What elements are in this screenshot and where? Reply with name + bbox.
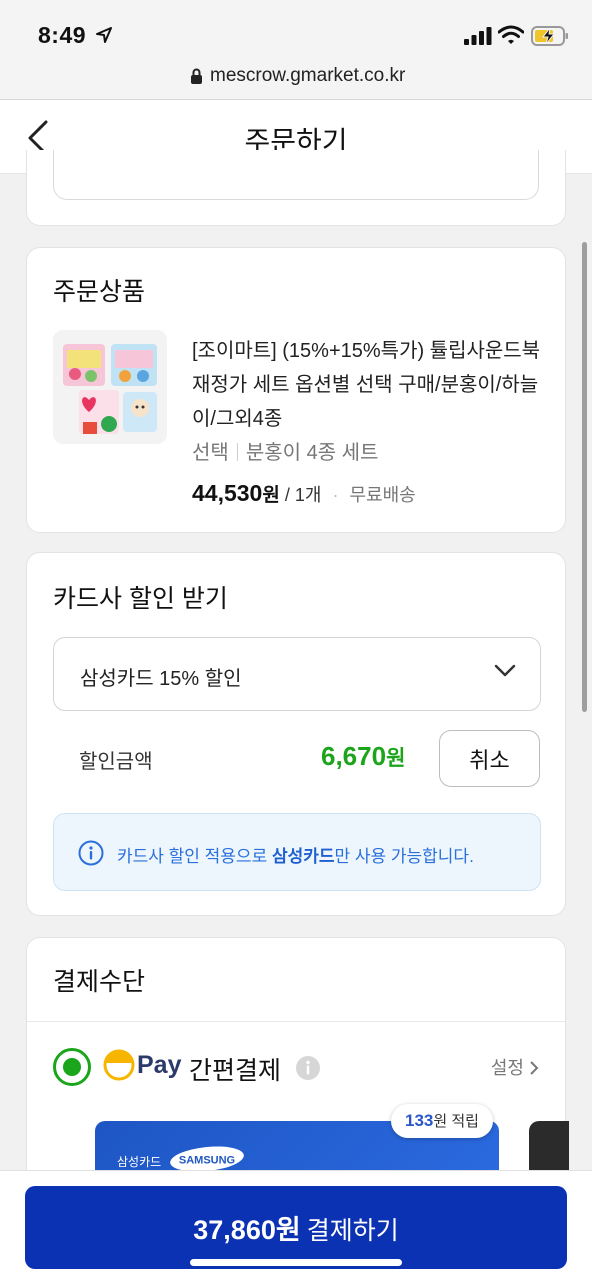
easy-pay-radio[interactable] [53, 1048, 91, 1086]
divider [27, 1021, 565, 1022]
discount-notice: 카드사 할인 적용으로 삼성카드만 사용 가능합니다. [53, 813, 541, 891]
card-discount-select-value: 삼성카드 15% 할인 [80, 668, 242, 690]
notice-suffix: 만 사용 가능합니다. [334, 847, 474, 866]
points-amount: 133 [405, 1111, 434, 1130]
browser-url-bar[interactable]: mescrow.gmarket.co.kr [0, 54, 592, 100]
discount-amount-number: 6,670 [321, 741, 387, 771]
product-price: 44,530 [192, 480, 263, 506]
product-option-label: 선택 [192, 442, 229, 464]
easy-pay-label: 간편결제 [189, 1057, 282, 1085]
product-thumbnail[interactable] [53, 330, 167, 444]
chevron-down-icon [494, 664, 516, 677]
dot-separator: · [332, 485, 339, 505]
svg-text:SAMSUNG: SAMSUNG [179, 1155, 235, 1167]
points-suffix: 원 적립 [433, 1113, 479, 1130]
info-icon [78, 840, 104, 866]
order-product-card: 주문상품 [조이마트] (15%+15%특가) 튤립사운드북 재정가 세트 옵션… [26, 247, 566, 533]
discount-amount-label: 할인금액 [79, 751, 153, 773]
option-divider [236, 443, 238, 461]
product-option-value: 분홍이 4종 세트 [245, 442, 379, 464]
pay-brand-text: Pay [137, 1051, 182, 1079]
samsung-logo: SAMSUNG [170, 1146, 244, 1172]
url-text: mescrow.gmarket.co.kr [210, 65, 406, 86]
product-price-unit: 원 [262, 485, 280, 506]
wifi-icon [498, 25, 524, 44]
points-badge: 133원 적립 [391, 1104, 493, 1138]
smile-pay-logo-icon [103, 1049, 135, 1081]
notice-prefix: 카드사 할인 적용으로 [117, 847, 272, 866]
info-icon[interactable] [295, 1055, 321, 1081]
order-product-title: 주문상품 [53, 278, 146, 306]
battery-charging-icon [531, 26, 568, 46]
signal-icon [464, 27, 492, 45]
home-indicator [190, 1259, 402, 1266]
previous-section-card [26, 150, 566, 226]
settings-label: 설정 [490, 1058, 524, 1078]
checkout-bar: 37,860원 결제하기 [0, 1170, 592, 1280]
chevron-right-icon [530, 1061, 539, 1075]
status-time: 8:49 [38, 22, 87, 48]
checkout-total: 37,860원 [193, 1215, 301, 1245]
location-arrow-icon [96, 27, 112, 43]
cancel-discount-button[interactable]: 취소 [439, 730, 540, 787]
checkout-label: 결제하기 [306, 1217, 399, 1245]
product-name[interactable]: [조이마트] (15%+15%특가) 튤립사운드북 재정가 세트 옵션별 선택 … [192, 334, 542, 436]
checkout-button[interactable]: 37,860원 결제하기 [25, 1186, 567, 1269]
status-bar: 8:49 [0, 0, 592, 54]
card-discount-card: 카드사 할인 받기 삼성카드 15% 할인 할인금액 6,670원 취소 카드사… [26, 552, 566, 916]
discount-amount-unit: 원 [386, 747, 406, 770]
scrollbar[interactable] [582, 242, 587, 712]
previous-section-field[interactable] [53, 150, 539, 200]
radio-selected-dot [63, 1058, 81, 1076]
lock-icon [191, 68, 202, 84]
shipping-info: 무료배송 [349, 485, 416, 505]
discount-notice-text: 카드사 할인 적용으로 삼성카드만 사용 가능합니다. [117, 842, 474, 867]
card-discount-title: 카드사 할인 받기 [53, 585, 228, 613]
product-option: 선택 분홍이 4종 세트 [192, 436, 378, 465]
payment-method-title: 결제수단 [53, 968, 146, 996]
card-issuer-label: 삼성카드 [117, 1155, 162, 1169]
discount-amount-value: 6,670원 [321, 741, 405, 772]
product-quantity: / 1개 [284, 485, 322, 505]
card-discount-select[interactable]: 삼성카드 15% 할인 [53, 637, 541, 711]
notice-card-name: 삼성카드 [271, 847, 335, 866]
product-price-row: 44,530원 / 1개 · 무료배송 [192, 480, 416, 507]
payment-settings-link[interactable]: 설정 [491, 1054, 539, 1080]
